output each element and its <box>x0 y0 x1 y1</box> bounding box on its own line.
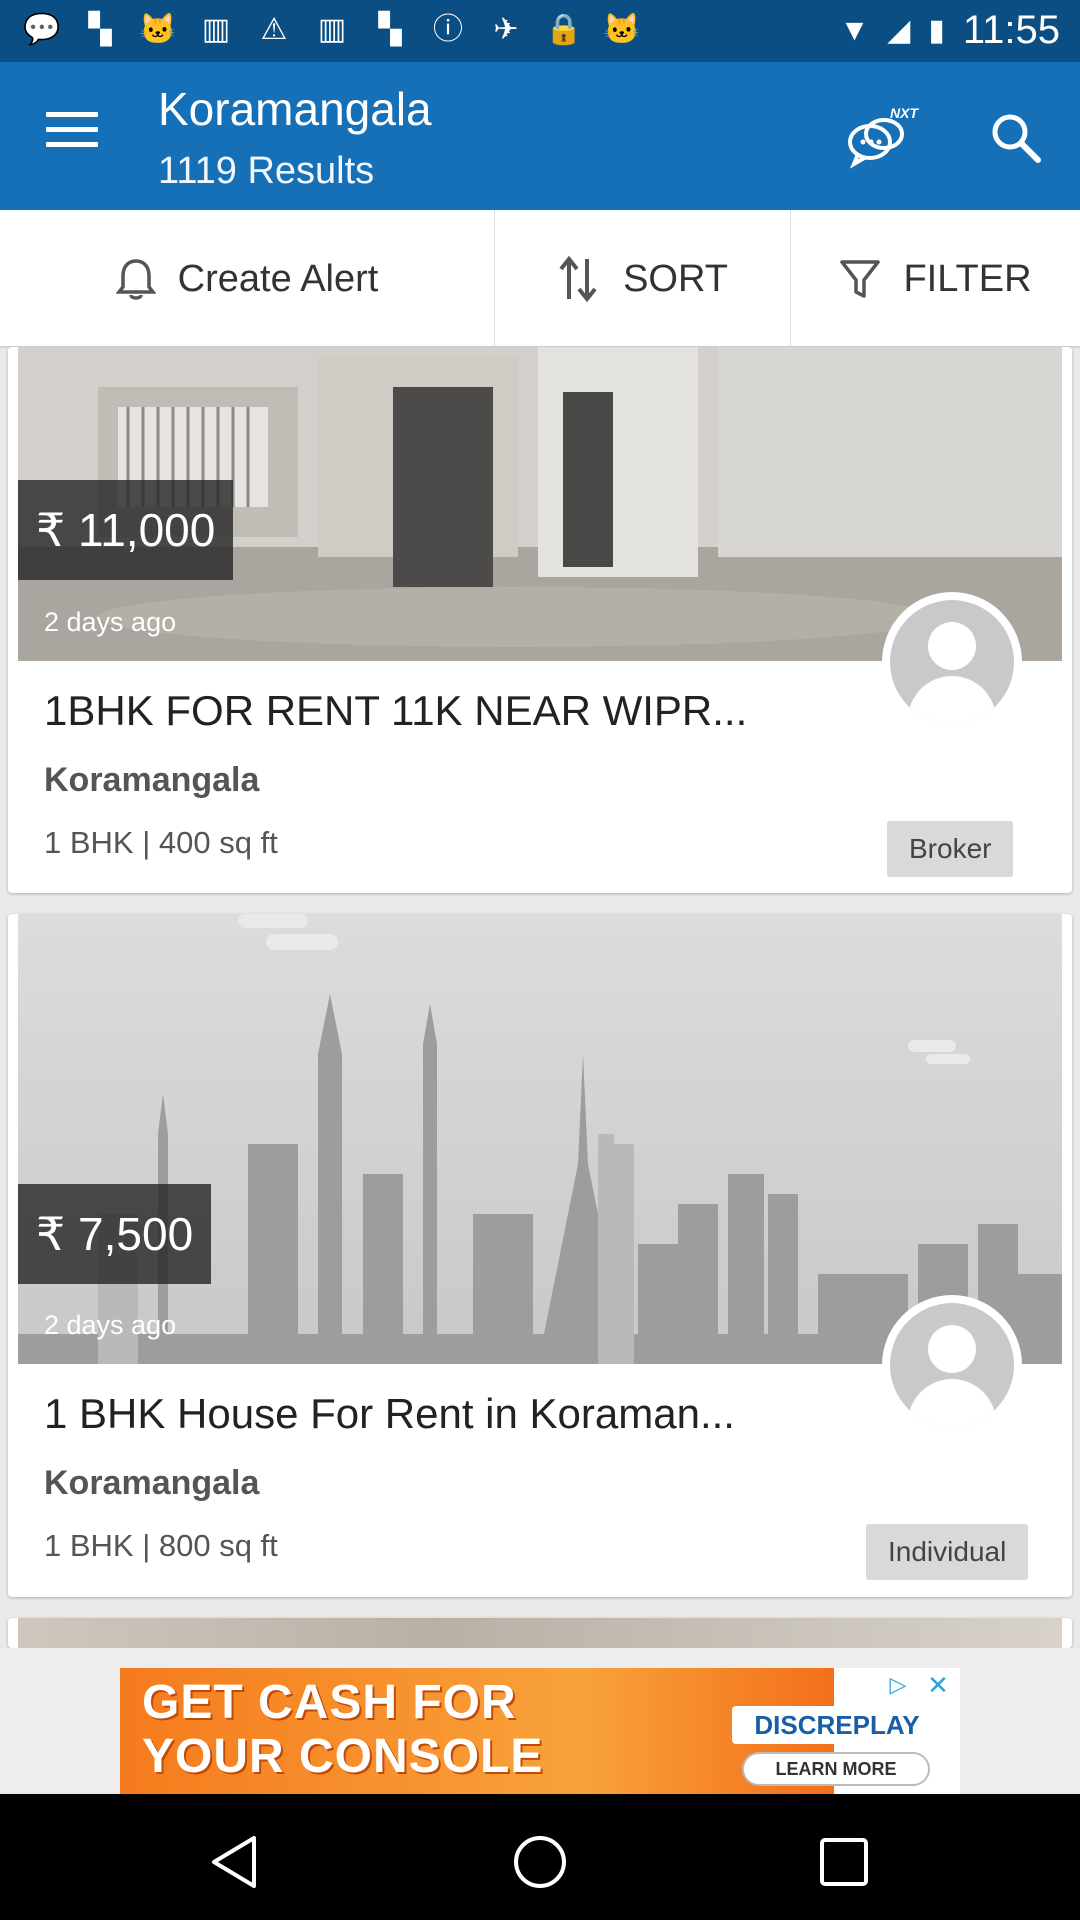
filter-button[interactable]: FILTER <box>791 210 1080 348</box>
listing-card[interactable]: ₹ 7,500 2 days ago 1 BHK House For Rent … <box>8 914 1072 1597</box>
warning-icon: ⚠ <box>260 13 288 46</box>
create-alert-button[interactable]: Create Alert <box>0 210 495 348</box>
page-title: Koramangala <box>158 83 432 135</box>
poster-type-badge: Individual <box>866 1524 1029 1580</box>
listing-photo-placeholder[interactable]: ₹ 7,500 2 days ago <box>18 914 1062 1364</box>
notification-icons: 💬 ▚ 🐱 ▥ ⚠ ▥ ▚ ⓘ ✈ 🔒 🐱 <box>22 12 642 48</box>
action-bar: Create Alert SORT FILTER <box>0 210 1080 348</box>
listing-specs: 1 BHK | 400 sq ft <box>44 825 278 860</box>
listing-locality: Koramangala <box>44 1464 260 1502</box>
ad-learn-more-button[interactable]: LEARN MORE <box>742 1752 930 1786</box>
owner-avatar[interactable] <box>882 592 1022 732</box>
app-bar: Koramangala 1119 Results NXT <box>0 62 1080 210</box>
ad-line-2: YOUR CONSOLE <box>142 1730 544 1783</box>
create-alert-label: Create Alert <box>177 257 379 300</box>
filter-label: FILTER <box>903 257 1032 300</box>
ad-line-1: GET CASH FOR <box>142 1676 517 1729</box>
results-count: 1119 Results <box>158 150 375 192</box>
recent-apps-icon[interactable] <box>814 1832 874 1892</box>
listing-price: ₹ 7,500 <box>18 1184 212 1284</box>
filter-icon <box>839 258 881 300</box>
wifi-icon: ▼ <box>839 13 870 47</box>
ad-banner[interactable]: GET CASH FOR YOUR CONSOLE DISCREPLAY LEA… <box>120 1668 960 1794</box>
system-nav-bar <box>0 1794 1080 1920</box>
battery-icon: ▮ <box>928 14 945 47</box>
menu-icon[interactable] <box>46 112 98 152</box>
home-icon[interactable] <box>510 1832 570 1892</box>
status-time: 11:55 <box>962 8 1060 52</box>
back-icon[interactable] <box>206 1832 266 1892</box>
bookmark-icon: ▥ <box>317 13 347 46</box>
ad-strip: GET CASH FOR YOUR CONSOLE DISCREPLAY LEA… <box>0 1648 1080 1794</box>
sort-button[interactable]: SORT <box>495 210 791 348</box>
flipboard-icon: ▚ <box>88 13 112 46</box>
chat-bubble-icon: 💬 <box>23 13 61 46</box>
ad-choices-icon[interactable]: ▷ <box>880 1668 916 1702</box>
listing-title[interactable]: 1BHK FOR RENT 11K NEAR WIPR... <box>44 687 747 735</box>
bookmark-icon: ▥ <box>201 13 231 46</box>
ad-brand-logo: DISCREPLAY <box>732 1706 942 1744</box>
listing-card[interactable]: ₹ 11,000 2 days ago 1BHK FOR RENT 11K NE… <box>8 347 1072 893</box>
listing-specs: 1 BHK | 800 sq ft <box>44 1528 278 1563</box>
ad-close-icon[interactable]: ✕ <box>920 1668 956 1702</box>
lock-icon: 🔒 <box>545 13 583 46</box>
search-icon[interactable] <box>988 110 1044 166</box>
chat-nxt-icon[interactable]: NXT <box>844 104 924 170</box>
status-right: ▼ ◢ ▮ 11:55 <box>840 8 1060 53</box>
bell-icon <box>115 257 156 301</box>
flipboard-icon: ▚ <box>378 13 402 46</box>
chat-badge: NXT <box>890 105 919 121</box>
info-icon: ⓘ <box>433 13 463 46</box>
cat-icon: 🐱 <box>603 13 641 46</box>
listing-posted-time: 2 days ago <box>44 607 177 637</box>
listing-photo[interactable] <box>18 1618 1062 1648</box>
poster-type-badge: Broker <box>887 821 1014 877</box>
signal-icon: ◢ <box>887 14 911 47</box>
listing-locality: Koramangala <box>44 761 260 799</box>
sort-icon <box>557 255 601 303</box>
status-bar: 💬 ▚ 🐱 ▥ ⚠ ▥ ▚ ⓘ ✈ 🔒 🐱 ▼ ◢ ▮ 11:55 <box>0 0 1080 62</box>
fake-gps-icon: ✈ <box>493 13 519 46</box>
listing-title[interactable]: 1 BHK House For Rent in Koraman... <box>44 1390 735 1438</box>
owner-avatar[interactable] <box>882 1295 1022 1435</box>
listing-posted-time: 2 days ago <box>44 1310 177 1340</box>
sort-label: SORT <box>623 257 728 300</box>
cat-icon: 🐱 <box>139 13 177 46</box>
listing-card-partial[interactable] <box>8 1618 1072 1648</box>
ad-headline: GET CASH FOR YOUR CONSOLE <box>142 1676 543 1784</box>
listing-price: ₹ 11,000 <box>18 480 234 580</box>
